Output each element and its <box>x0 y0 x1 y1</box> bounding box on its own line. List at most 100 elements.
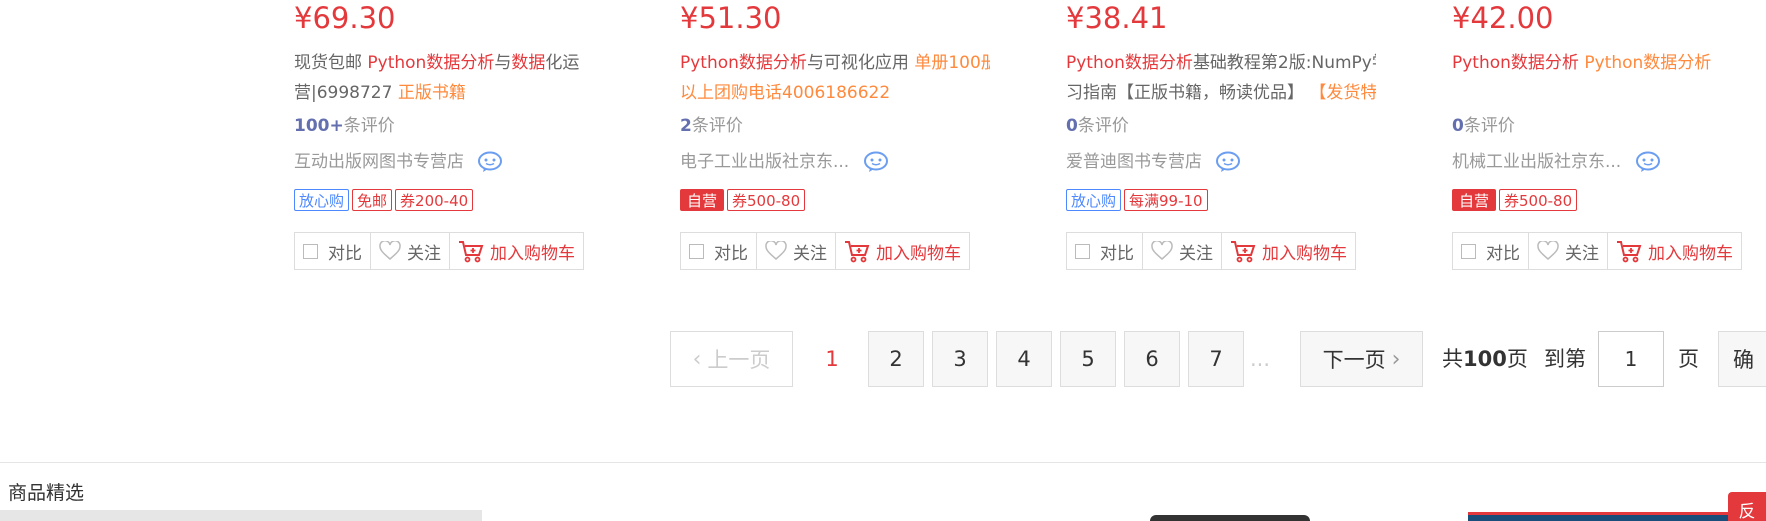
title-segment: 基础教程第2版:NumPy学 <box>1192 53 1376 73</box>
chevron-left-icon: ‹ <box>692 346 702 372</box>
add-to-cart-label: 加入购物车 <box>876 243 961 264</box>
compare-label: 对比 <box>714 243 748 264</box>
prev-page-button[interactable]: ‹ 上一页 <box>670 331 793 387</box>
feedback-button[interactable]: 反 <box>1728 492 1766 521</box>
rating-label: 条评价 <box>1463 116 1515 136</box>
compare-checkbox[interactable] <box>1461 243 1476 259</box>
compare-checkbox[interactable] <box>303 243 318 259</box>
promo-tag: 券500-80 <box>1499 189 1578 211</box>
customer-service-chat-icon[interactable] <box>477 151 503 173</box>
product-rating[interactable]: 2条评价 <box>680 114 743 138</box>
product-price: ¥42.00 <box>1452 1 1554 35</box>
compare-checkbox[interactable] <box>689 243 704 259</box>
title-segment: 化运 <box>545 53 580 73</box>
add-to-cart-button[interactable]: 加入购物车 <box>1608 233 1741 269</box>
cart-icon <box>1617 241 1642 263</box>
product-title-line[interactable]: Python数据分析与可视化应用 单册100册 <box>680 48 990 78</box>
product-rating[interactable]: 0条评价 <box>1066 114 1129 138</box>
title-segment: 正版书籍 <box>397 83 466 103</box>
product-tags: 放心购 每满99-10 <box>1066 189 1211 211</box>
heart-icon <box>765 241 787 260</box>
title-segment: 数据 <box>511 53 546 73</box>
add-to-cart-button[interactable]: 加入购物车 <box>450 233 583 269</box>
title-segment: Python数据分析 <box>680 53 807 73</box>
goto-prefix: 到第 <box>1544 347 1586 371</box>
section-divider <box>0 462 1766 463</box>
page-number-4[interactable]: 4 <box>996 331 1052 387</box>
add-to-cart-button[interactable]: 加入购物车 <box>1222 233 1355 269</box>
follow-button[interactable]: 关注 <box>1529 233 1608 269</box>
shop-link[interactable]: 机械工业出版社京东... <box>1452 150 1661 174</box>
product-title-line[interactable]: 习指南【正版书籍，畅读优品】 【发货特 <box>1066 78 1376 108</box>
product-tags: 放心购 免邮 券200-40 <box>294 189 476 211</box>
product-title-line[interactable]: 现货包邮 Python数据分析与数据化运 <box>294 48 604 78</box>
page-number-6[interactable]: 6 <box>1124 331 1180 387</box>
cart-icon <box>459 241 484 263</box>
compare-button[interactable]: 对比 <box>1067 233 1143 269</box>
shop-link[interactable]: 电子工业出版社京东... <box>680 150 889 174</box>
rating-count: 0 <box>1452 116 1464 136</box>
product-tags: 自营 券500-80 <box>680 189 808 211</box>
self-operated-badge: 自营 <box>1452 189 1497 211</box>
product-title-line[interactable]: 营|6998727 正版书籍 <box>294 78 604 108</box>
compare-button[interactable]: 对比 <box>295 233 371 269</box>
title-segment: 与可视化应用 <box>806 53 915 73</box>
product-actions: 对比 关注 加入购物车 <box>680 232 970 270</box>
product-title[interactable]: Python数据分析 Python数据分析 <box>1452 48 1762 78</box>
compare-label: 对比 <box>1100 243 1134 264</box>
product-title-line[interactable]: Python数据分析基础教程第2版:NumPy学 <box>1066 48 1376 78</box>
pagination-ellipsis: ... <box>1249 347 1271 371</box>
customer-service-chat-icon[interactable] <box>1215 151 1241 173</box>
customer-service-chat-icon[interactable] <box>1635 151 1661 173</box>
shop-name: 互动出版网图书专营店 <box>294 152 464 172</box>
product-title[interactable]: Python数据分析基础教程第2版:NumPy学 习指南【正版书籍，畅读优品】 【… <box>1066 48 1376 108</box>
product-title-line[interactable]: Python数据分析 Python数据分析 <box>1452 48 1762 78</box>
rating-count: 0 <box>1066 116 1078 136</box>
add-to-cart-label: 加入购物车 <box>1648 243 1733 264</box>
product-rating[interactable]: 0条评价 <box>1452 114 1515 138</box>
title-segment: Python数据分析 <box>367 53 495 73</box>
next-page-button[interactable]: 下一页 › <box>1300 331 1423 387</box>
product-title-line[interactable]: 以上团购电话4006186622 <box>680 78 990 108</box>
follow-label: 关注 <box>407 243 441 264</box>
product-title[interactable]: 现货包邮 Python数据分析与数据化运 营|6998727 正版书籍 <box>294 48 604 108</box>
add-to-cart-label: 加入购物车 <box>490 243 575 264</box>
follow-button[interactable]: 关注 <box>1143 233 1222 269</box>
heart-icon <box>379 241 401 260</box>
rating-label: 条评价 <box>343 116 395 136</box>
compare-checkbox[interactable] <box>1075 243 1090 259</box>
product-price: ¥69.30 <box>294 1 396 35</box>
shop-link[interactable]: 爱普迪图书专营店 <box>1066 150 1241 174</box>
cart-icon <box>845 241 870 263</box>
product-title[interactable]: Python数据分析与可视化应用 单册100册 以上团购电话4006186622 <box>680 48 990 108</box>
product-tags: 自营 券500-80 <box>1452 189 1580 211</box>
customer-service-chat-icon[interactable] <box>863 151 889 173</box>
add-to-cart-button[interactable]: 加入购物车 <box>836 233 969 269</box>
rating-label: 条评价 <box>691 116 743 136</box>
compare-button[interactable]: 对比 <box>1453 233 1529 269</box>
follow-button[interactable]: 关注 <box>371 233 450 269</box>
goto-page-input[interactable] <box>1598 331 1664 387</box>
compare-button[interactable]: 对比 <box>681 233 757 269</box>
follow-label: 关注 <box>1565 243 1599 264</box>
product-rating[interactable]: 100+条评价 <box>294 114 395 138</box>
page-number-1[interactable]: 1 <box>804 331 860 387</box>
page-number-3[interactable]: 3 <box>932 331 988 387</box>
page-number-5[interactable]: 5 <box>1060 331 1116 387</box>
self-operated-badge: 自营 <box>680 189 725 211</box>
chevron-right-icon: › <box>1391 346 1401 372</box>
page-number-2[interactable]: 2 <box>868 331 924 387</box>
section-title: 商品精选 <box>8 482 85 504</box>
shop-link[interactable]: 互动出版网图书专营店 <box>294 150 503 174</box>
confirm-button[interactable]: 确 <box>1718 331 1766 387</box>
title-segment: 【发货特 <box>1309 83 1376 103</box>
rating-count: 100+ <box>294 116 344 136</box>
promo-tag: 券500-80 <box>727 189 806 211</box>
product-thumbnail[interactable] <box>1150 515 1310 521</box>
title-segment: Python数据分析 <box>1066 53 1193 73</box>
product-thumbnail[interactable] <box>1468 512 1728 521</box>
shop-name: 机械工业出版社京东... <box>1452 152 1622 172</box>
follow-button[interactable]: 关注 <box>757 233 836 269</box>
title-segment: 习指南【正版书籍，畅读优品】 <box>1066 83 1310 103</box>
product-actions: 对比 关注 加入购物车 <box>1066 232 1356 270</box>
